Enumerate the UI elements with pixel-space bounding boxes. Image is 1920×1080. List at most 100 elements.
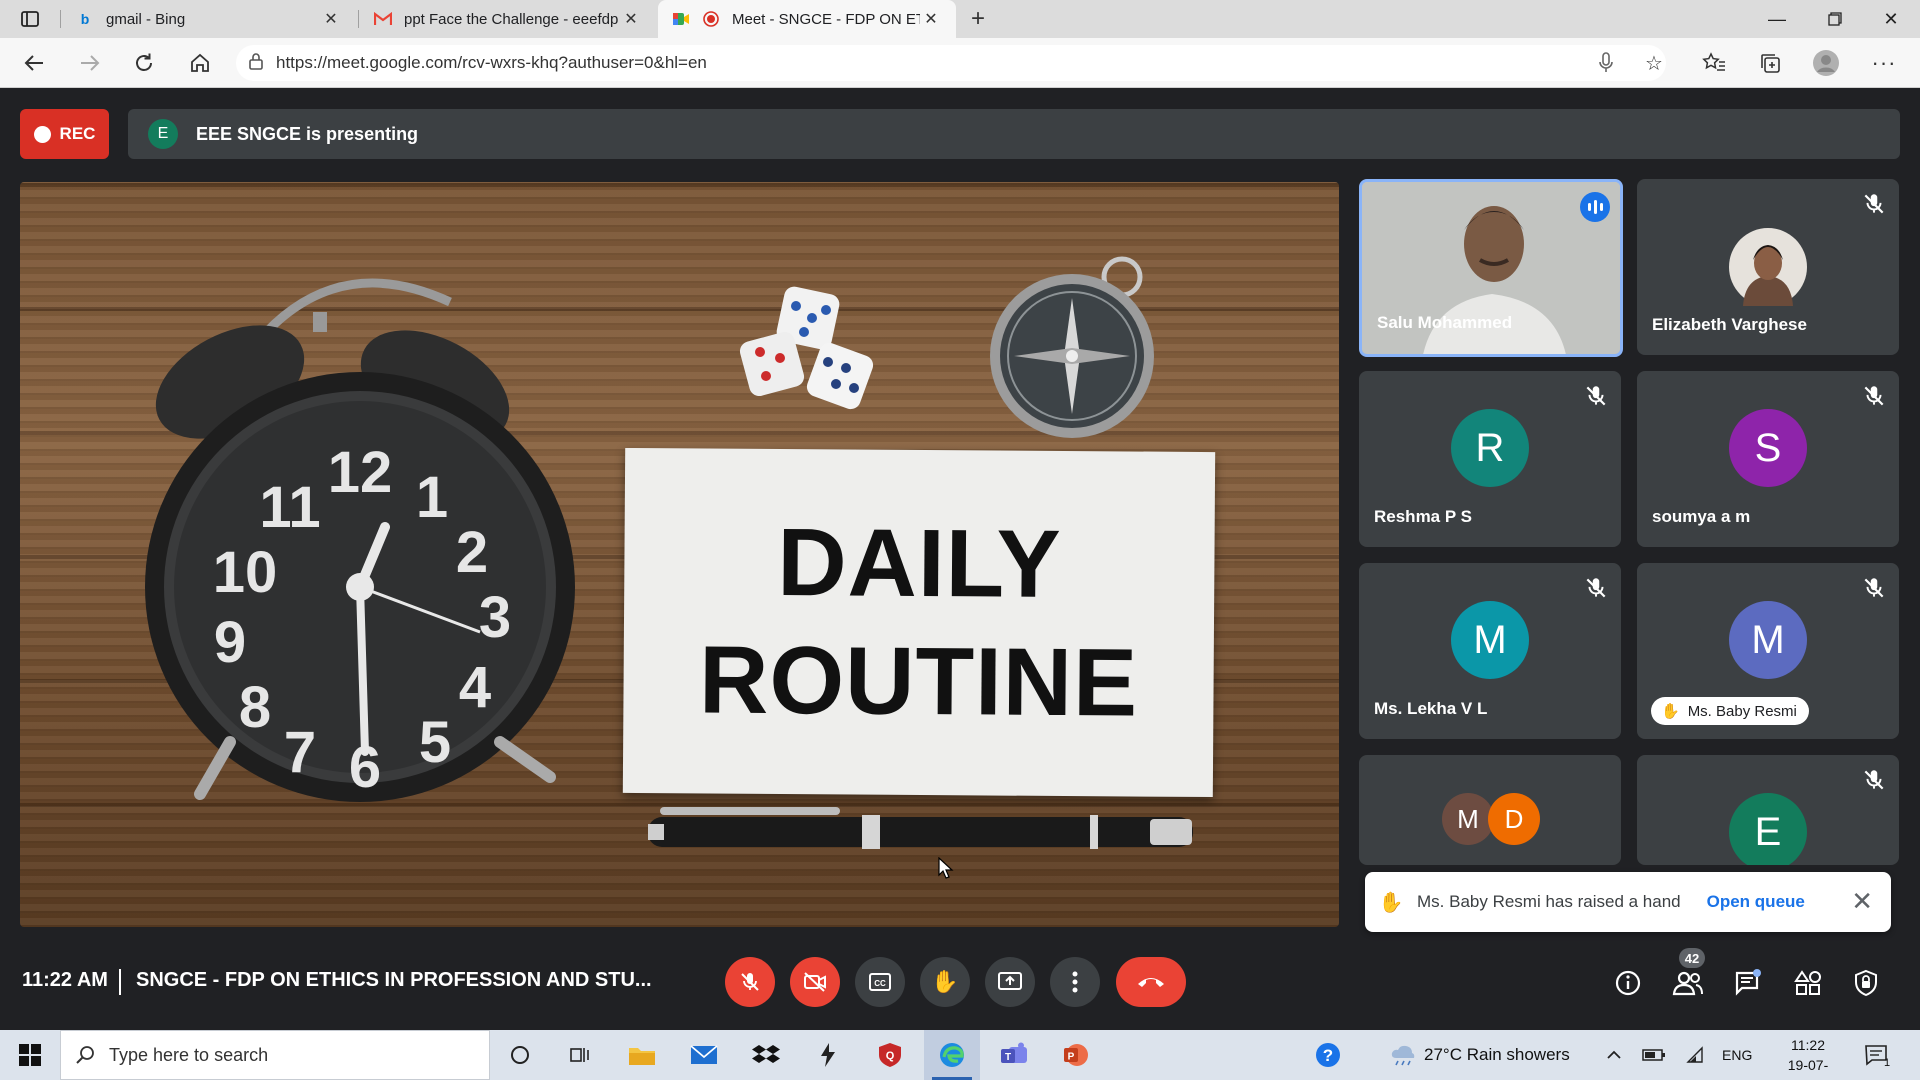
activities-icon[interactable]: [1788, 963, 1828, 1003]
svg-text:4: 4: [459, 655, 491, 720]
wifi-icon[interactable]: [1684, 1030, 1704, 1080]
restore-icon[interactable]: [1806, 0, 1864, 38]
svg-text:12: 12: [328, 440, 393, 505]
present-screen-icon: [998, 972, 1022, 990]
svg-text:10: 10: [213, 540, 278, 605]
refresh-icon[interactable]: [126, 46, 162, 80]
svg-text:P: P: [1068, 1052, 1075, 1063]
toggle-microphone-button[interactable]: [725, 957, 775, 1007]
collections-icon[interactable]: [1752, 46, 1788, 80]
address-bar[interactable]: https://meet.google.com/rcv-wxrs-khq?aut…: [236, 45, 1666, 81]
hang-up-icon: [1138, 978, 1164, 987]
more-options-icon[interactable]: ···: [1866, 46, 1902, 80]
participant-avatar: R: [1451, 409, 1529, 487]
tab-meet[interactable]: Meet - SNGCE - FDP ON ETHICS ✕: [658, 0, 956, 38]
captions-button[interactable]: CC: [855, 957, 905, 1007]
chat-icon[interactable]: [1728, 963, 1768, 1003]
svg-text:T: T: [1005, 1052, 1011, 1063]
close-window-icon[interactable]: ✕: [1862, 0, 1920, 38]
add-favorite-icon[interactable]: ☆: [1636, 46, 1672, 80]
meeting-title: SNGCE - FDP ON ETHICS IN PROFESSION AND …: [136, 969, 652, 991]
people-icon[interactable]: [1668, 963, 1708, 1003]
svg-text:8: 8: [239, 675, 271, 740]
close-tab-icon[interactable]: ✕: [920, 9, 942, 29]
windows-start-icon[interactable]: [0, 1030, 60, 1080]
raised-hand-icon: ✋: [1661, 703, 1680, 720]
participant-name: Salu Mohammed: [1377, 313, 1513, 332]
tab-actions-icon[interactable]: [12, 2, 48, 36]
participant-tile-e[interactable]: E: [1637, 755, 1899, 865]
mic-off-icon: [1586, 386, 1606, 406]
participant-tile-baby-resmi[interactable]: M ✋ Ms. Baby Resmi: [1637, 563, 1899, 739]
notifications-icon[interactable]: 1: [1864, 1030, 1890, 1080]
presenter-avatar: E: [148, 119, 178, 149]
language-indicator[interactable]: ENG: [1722, 1030, 1752, 1080]
participant-tile-soumya[interactable]: S soumya a m: [1637, 371, 1899, 547]
host-controls-icon[interactable]: [1846, 963, 1886, 1003]
participant-tile-salu-mohammed[interactable]: Salu Mohammed: [1359, 179, 1623, 357]
dropbox-icon[interactable]: [738, 1030, 794, 1080]
favorites-icon[interactable]: [1696, 46, 1732, 80]
meet-icon: [672, 10, 690, 28]
participant-tile-reshma[interactable]: R Reshma P S: [1359, 371, 1621, 547]
back-icon[interactable]: [16, 46, 52, 80]
open-queue-button[interactable]: Open queue: [1707, 892, 1805, 912]
help-icon[interactable]: ?: [1314, 1030, 1342, 1080]
participant-avatar: D: [1488, 793, 1540, 845]
present-now-button[interactable]: [985, 957, 1035, 1007]
tab-bing[interactable]: b gmail - Bing ✕: [62, 0, 356, 38]
presenting-text: EEE SNGCE is presenting: [196, 123, 419, 144]
svg-text:Q: Q: [886, 1050, 895, 1062]
task-view-icon[interactable]: [552, 1030, 608, 1080]
meeting-details-icon[interactable]: [1608, 963, 1648, 1003]
teams-icon[interactable]: T: [986, 1030, 1042, 1080]
participant-tile-lekha[interactable]: M Ms. Lekha V L: [1359, 563, 1621, 739]
participant-name: soumya a m: [1652, 507, 1751, 526]
participant-name: Ms. Baby Resmi: [1687, 702, 1797, 720]
tab-gmail[interactable]: ppt Face the Challenge - eeefdp ✕: [360, 0, 656, 38]
minimize-icon[interactable]: —: [1748, 0, 1806, 38]
recording-indicator-icon: [702, 10, 720, 28]
close-tab-icon[interactable]: ✕: [620, 9, 642, 29]
svg-text:11: 11: [259, 475, 320, 540]
dice-icon: [739, 286, 874, 410]
weather-text: 27°C Rain showers: [1424, 1045, 1570, 1064]
svg-text:3: 3: [479, 585, 511, 650]
participant-tile-group[interactable]: M D: [1359, 755, 1621, 865]
rain-cloud-icon: [1391, 1045, 1415, 1066]
security-app-icon[interactable]: Q: [862, 1030, 918, 1080]
toggle-camera-button[interactable]: [790, 957, 840, 1007]
pen-icon: [648, 807, 1193, 849]
raise-hand-button[interactable]: ✋: [920, 957, 970, 1007]
participant-tile-elizabeth-varghese[interactable]: Elizabeth Varghese: [1637, 179, 1899, 355]
participant-name: Elizabeth Varghese: [1652, 315, 1807, 334]
taskbar-search-box[interactable]: Type here to search: [60, 1030, 490, 1080]
home-icon[interactable]: [182, 46, 218, 80]
battery-icon[interactable]: [1642, 1030, 1666, 1080]
closed-captions-icon: CC: [869, 973, 891, 991]
tab-separator: [60, 10, 61, 28]
browser-toolbar: https://meet.google.com/rcv-wxrs-khq?aut…: [0, 38, 1920, 88]
forward-icon[interactable]: [72, 46, 108, 80]
winamp-icon[interactable]: [800, 1030, 856, 1080]
leave-call-button[interactable]: [1116, 957, 1186, 1007]
weather-widget[interactable]: 27°C Rain showers: [1390, 1030, 1570, 1080]
new-tab-icon[interactable]: +: [960, 2, 996, 36]
mail-icon[interactable]: [676, 1030, 732, 1080]
microphone-icon[interactable]: [1588, 46, 1624, 80]
more-options-button[interactable]: [1050, 957, 1100, 1007]
taskbar-clock[interactable]: 11:22 19-07-2021: [1773, 1035, 1843, 1080]
windows-taskbar: Type here to search Q T P ? 27°C Rain sh…: [0, 1030, 1920, 1080]
close-notification-icon[interactable]: ✕: [1851, 888, 1873, 914]
cortana-icon[interactable]: [492, 1030, 548, 1080]
svg-text:9: 9: [214, 610, 246, 675]
close-tab-icon[interactable]: ✕: [320, 9, 342, 29]
profile-avatar-icon[interactable]: [1808, 46, 1844, 80]
lock-icon[interactable]: [236, 52, 276, 75]
powerpoint-icon[interactable]: P: [1048, 1030, 1104, 1080]
file-explorer-icon[interactable]: [614, 1030, 670, 1080]
edge-browser-icon[interactable]: [924, 1030, 980, 1080]
hand-raised-chip: ✋ Ms. Baby Resmi: [1651, 697, 1809, 725]
tab-label: gmail - Bing: [106, 10, 186, 28]
show-hidden-icons-chevron-icon[interactable]: [1606, 1030, 1622, 1080]
